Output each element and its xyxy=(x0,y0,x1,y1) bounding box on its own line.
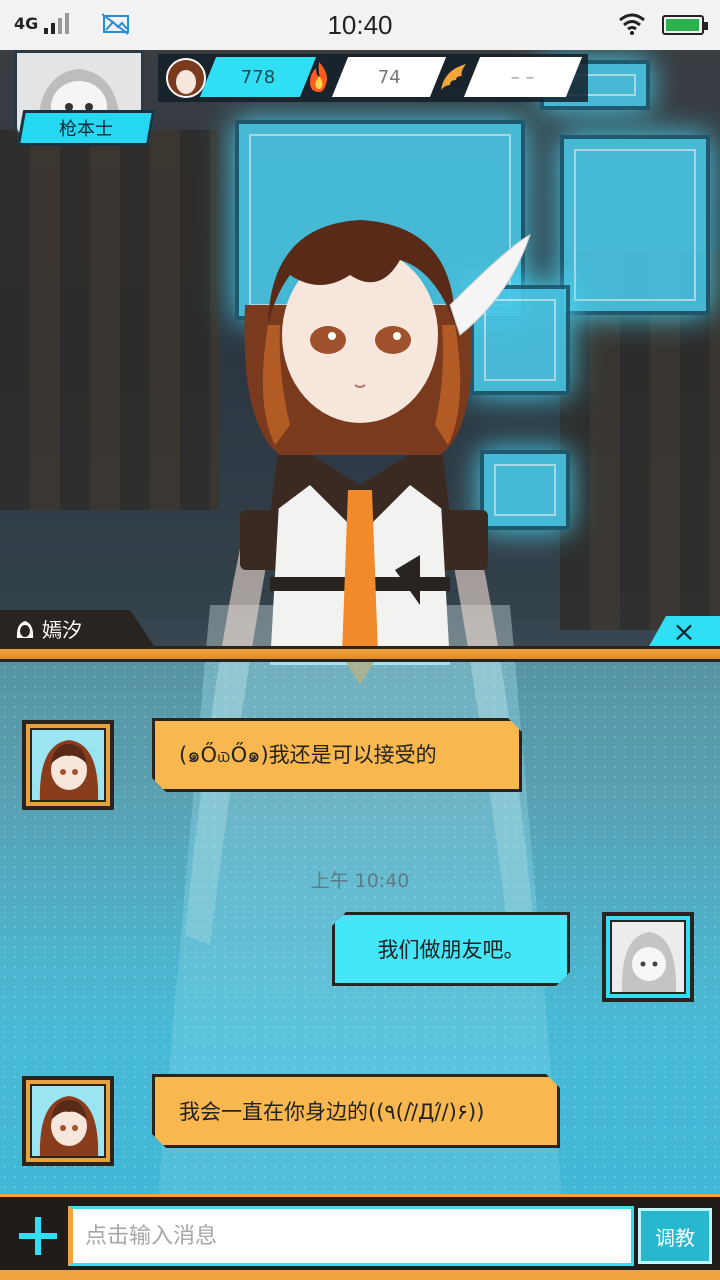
bottom-accent-strip xyxy=(0,1270,720,1280)
message-text: (๑Ő௰Ő๑)我还是可以接受的 xyxy=(179,742,437,767)
message-timestamp: 上午 10:40 xyxy=(310,870,410,892)
message-text: 我们做朋友吧。 xyxy=(377,938,525,962)
status-bar: 4G 10:40 xyxy=(0,0,720,50)
energy-stat: 74 xyxy=(331,57,447,97)
player-name: 枪本士 xyxy=(59,119,113,140)
flame-icon xyxy=(310,62,328,92)
character-name: 嫣汐 xyxy=(42,618,82,642)
character-head-icon xyxy=(16,620,34,638)
message-input[interactable] xyxy=(68,1206,634,1266)
wifi-icon xyxy=(619,13,645,35)
player-name-tag: 枪本士 xyxy=(16,110,156,146)
battery-icon xyxy=(662,15,708,35)
message-bubble-received: 我会一直在你身边的((٩(//̀Д/́/)۶)) xyxy=(152,1074,560,1148)
message-bubble-received: (๑Ő௰Ő๑)我还是可以接受的 xyxy=(152,718,522,792)
message-bubble-sent: 我们做朋友吧。 xyxy=(332,912,570,986)
chat-title: 嫣汐 xyxy=(14,614,82,643)
wing-icon xyxy=(441,64,466,90)
add-attachment-button[interactable] xyxy=(12,1208,64,1264)
send-button[interactable]: 调教 xyxy=(638,1208,712,1264)
wing-value: – – xyxy=(511,66,535,88)
wing-stat: – – xyxy=(463,57,583,97)
energy-value: 74 xyxy=(377,66,401,88)
character-avatar[interactable] xyxy=(22,1076,114,1166)
panel-top-border xyxy=(0,646,720,662)
clock: 10:40 xyxy=(327,10,393,40)
character-mini-avatar[interactable] xyxy=(166,58,206,98)
plus-icon xyxy=(19,1217,57,1255)
user-avatar[interactable] xyxy=(602,912,694,1002)
message-text: 我会一直在你身边的((٩(//̀Д/́/)۶)) xyxy=(179,1100,485,1124)
affection-value: 778 xyxy=(240,66,276,88)
character-avatar[interactable] xyxy=(22,720,114,810)
affection-stat: 778 xyxy=(199,57,317,97)
